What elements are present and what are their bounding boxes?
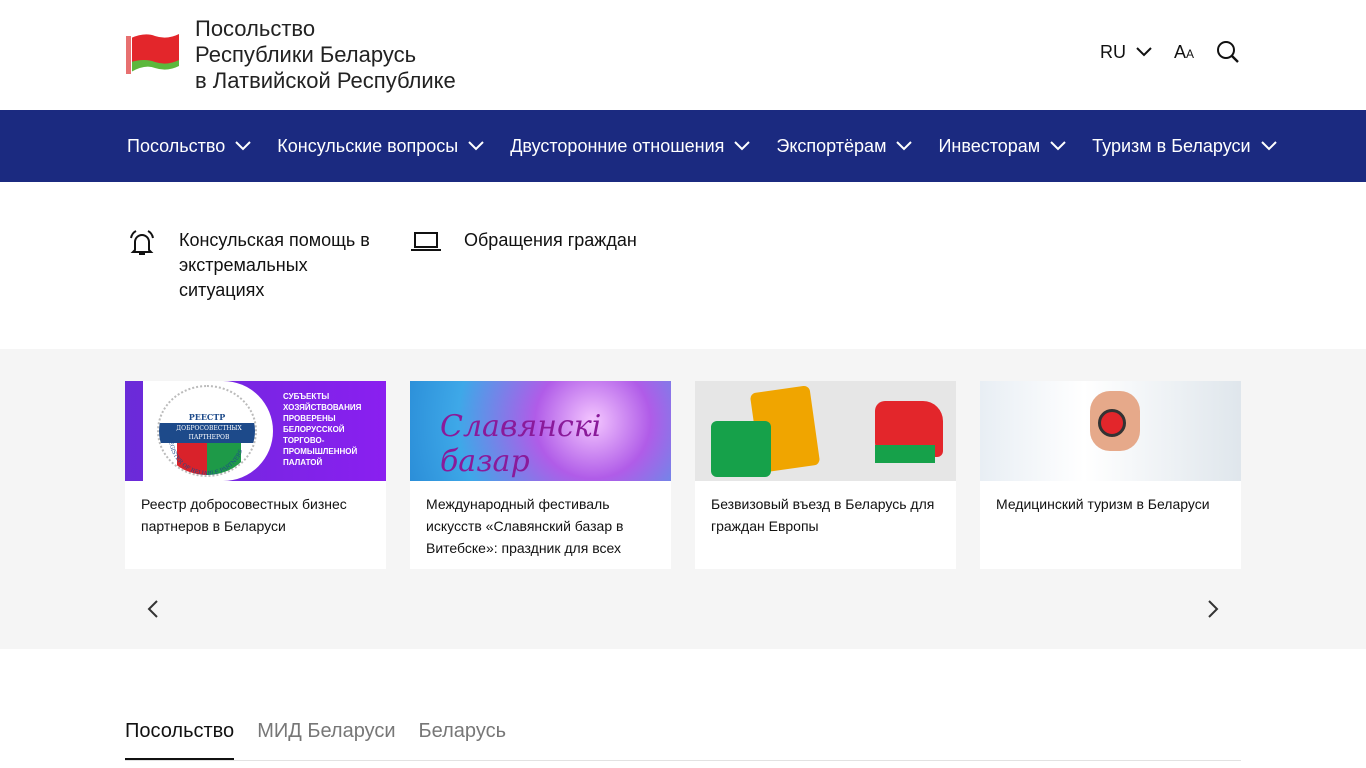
carousel-card[interactable]: РЕЕСТР ДОБРОСОВЕСТНЫХ ПАРТНЕРОВ REGISTER…	[125, 381, 386, 569]
chevron-down-icon	[734, 141, 751, 151]
bell-icon	[130, 230, 154, 255]
card-image-registry: РЕЕСТР ДОБРОСОВЕСТНЫХ ПАРТНЕРОВ REGISTER…	[125, 381, 386, 481]
laptop-icon	[411, 232, 441, 251]
chevron-down-icon	[468, 141, 484, 151]
nav-item-embassy[interactable]: Посольство	[127, 136, 251, 157]
site-title[interactable]: Посольство Республики Беларусь в Латвийс…	[195, 16, 456, 94]
registry-logo-ring-text: REGISTER OF RELIABLE PARTNERS	[167, 437, 245, 475]
chevron-down-icon	[1136, 47, 1152, 57]
chevron-down-icon	[235, 141, 251, 151]
chevron-down-icon	[896, 141, 913, 151]
belarus-flag-logo[interactable]	[125, 32, 179, 76]
card-image-medical-tourism	[980, 381, 1241, 481]
language-select[interactable]: RU	[1100, 42, 1152, 63]
nav-item-bilateral[interactable]: Двусторонние отношения	[510, 136, 751, 157]
nav-item-consular[interactable]: Консульские вопросы	[277, 136, 484, 157]
carousel-card[interactable]: Славянскі базар Международный фестиваль …	[410, 381, 671, 569]
carousel-prev-button[interactable]	[146, 599, 160, 619]
tab-mfa[interactable]: МИД Беларуси	[257, 720, 395, 760]
registry-logo-ring: REGISTER OF RELIABLE PARTNERS	[167, 437, 245, 475]
quick-link-citizen-appeals[interactable]: Обращения граждан	[410, 228, 637, 254]
chevron-down-icon	[1260, 141, 1277, 151]
quick-link-consular-help[interactable]: Консульская помощь в экстремальных ситуа…	[127, 228, 387, 303]
main-nav: Посольство Консульские вопросы Двусторон…	[0, 110, 1366, 182]
search-icon[interactable]	[1216, 40, 1240, 64]
font-size-button[interactable]: AA	[1174, 42, 1194, 63]
tab-belarus[interactable]: Беларусь	[419, 720, 506, 760]
svg-text:REGISTER OF RELIABLE PARTNERS: REGISTER OF RELIABLE PARTNERS	[167, 437, 245, 475]
nav-item-investors[interactable]: Инвесторам	[938, 136, 1066, 157]
header: Посольство Республики Беларусь в Латвийс…	[0, 0, 1366, 110]
card-image-visa-free	[695, 381, 956, 481]
nav-item-exporters[interactable]: Экспортёрам	[776, 136, 913, 157]
news-tabs: Посольство МИД Беларуси Беларусь	[125, 720, 1241, 761]
nav-item-tourism[interactable]: Туризм в Беларуси	[1092, 136, 1277, 157]
tab-embassy[interactable]: Посольство	[125, 720, 235, 760]
carousel-card[interactable]: Медицинский туризм в Беларуси	[980, 381, 1241, 569]
chevron-down-icon	[1050, 141, 1066, 151]
carousel-card[interactable]: Безвизовый въезд в Беларусь для граждан …	[695, 381, 956, 569]
news-carousel: РЕЕСТР ДОБРОСОВЕСТНЫХ ПАРТНЕРОВ REGISTER…	[0, 349, 1366, 649]
carousel-next-button[interactable]	[1206, 599, 1220, 619]
card-image-slavianski-bazar: Славянскі базар	[410, 381, 671, 481]
